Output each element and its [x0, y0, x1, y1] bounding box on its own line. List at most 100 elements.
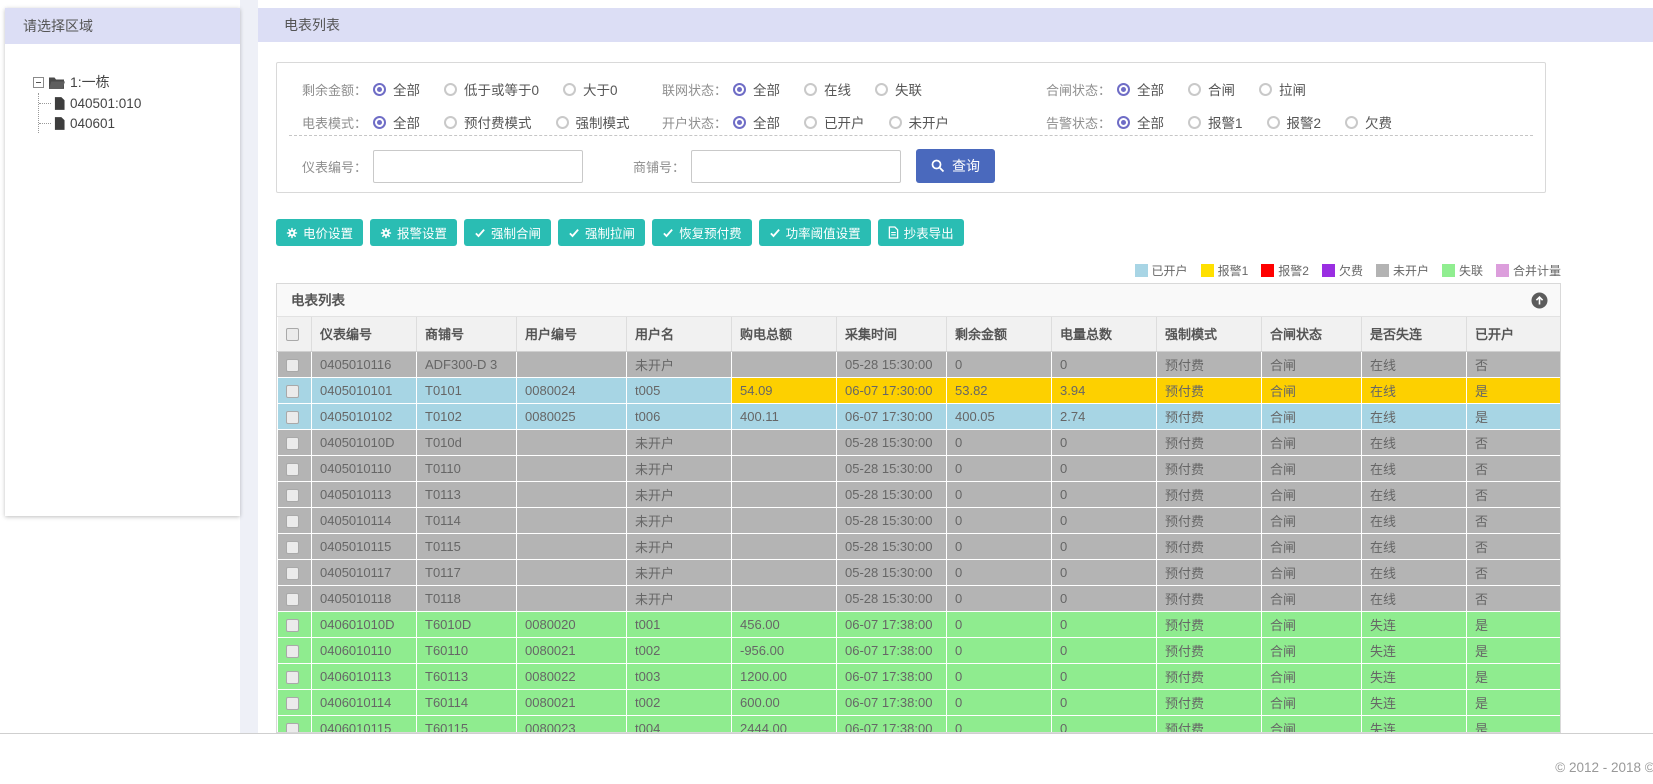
filter-group-label: 联网状态：	[661, 82, 727, 98]
tree-root-label[interactable]: 1:一栋	[70, 72, 110, 92]
row-checkbox[interactable]	[286, 670, 299, 684]
table-row: 0406010110 T60110 0080021 t002 -956.00 06-07 …	[277, 636, 1560, 664]
collapse-up-icon[interactable]	[1531, 292, 1548, 309]
radio-icon[interactable]	[373, 115, 386, 129]
radio-icon[interactable]	[1188, 115, 1201, 129]
table-cell: 在线	[1361, 350, 1467, 378]
column-header: 商铺号	[416, 317, 517, 352]
radio-option-label: 全部	[753, 116, 780, 131]
tree-collapse-toggle-icon[interactable]	[33, 76, 44, 88]
radio-option[interactable]: 低于或等于0	[444, 79, 539, 99]
radio-icon[interactable]	[555, 115, 569, 129]
radio-option[interactable]: 全部	[1117, 79, 1164, 99]
radio-icon[interactable]	[373, 82, 386, 96]
radio-option[interactable]: 报警1	[1188, 112, 1243, 132]
radio-option[interactable]: 强制模式	[555, 112, 630, 132]
radio-icon[interactable]	[888, 115, 902, 129]
row-checkbox[interactable]	[286, 566, 299, 580]
check-icon	[662, 227, 674, 239]
table-cell: 预付费	[1156, 350, 1262, 378]
legend-label: 合并计量	[1512, 264, 1561, 278]
radio-option[interactable]: 欠费	[1345, 112, 1392, 132]
row-checkbox[interactable]	[286, 592, 299, 606]
radio-option[interactable]: 大于0	[563, 79, 618, 99]
radio-option[interactable]: 全部	[733, 112, 780, 132]
radio-option[interactable]: 合闸	[1188, 79, 1235, 99]
table-cell: 失连	[1361, 610, 1467, 638]
radio-icon[interactable]	[444, 82, 457, 96]
row-checkbox[interactable]	[286, 384, 299, 398]
恢复预付费-button[interactable]: 恢复预付费	[652, 219, 752, 246]
tree-node-label[interactable]: 040501:010	[70, 96, 141, 111]
radio-option[interactable]: 报警2	[1266, 112, 1321, 132]
table-cell: 未开户	[626, 506, 732, 534]
row-checkbox[interactable]	[286, 540, 299, 554]
meter-no-input[interactable]	[373, 149, 583, 183]
legend-item: 已开户	[1134, 262, 1188, 279]
row-checkbox[interactable]	[286, 514, 299, 528]
radio-option[interactable]: 预付费模式	[444, 112, 532, 132]
报警设置-button[interactable]: 报警设置	[370, 219, 458, 246]
row-checkbox[interactable]	[286, 436, 299, 450]
tree-node[interactable]: 040501:010	[39, 93, 240, 113]
radio-icon[interactable]	[1259, 82, 1272, 96]
row-checkbox[interactable]	[286, 462, 299, 476]
filter-group: 剩余金额： 全部 低于或等于0 大于0	[285, 76, 642, 102]
radio-option[interactable]: 全部	[373, 79, 420, 99]
radio-icon[interactable]	[804, 82, 817, 96]
radio-icon[interactable]	[875, 82, 888, 96]
table-cell: 在线	[1361, 506, 1467, 534]
table-cell: 05-28 15:30:00	[836, 558, 947, 586]
radio-option[interactable]: 在线	[804, 79, 851, 99]
tree-node[interactable]: 040601	[39, 113, 240, 133]
radio-option[interactable]: 拉闸	[1259, 79, 1306, 99]
radio-option[interactable]: 已开户	[804, 112, 865, 132]
table-cell: 0	[946, 428, 1052, 456]
radio-icon[interactable]	[1266, 115, 1280, 129]
强制拉闸-button[interactable]: 强制拉闸	[558, 219, 646, 246]
row-checkbox[interactable]	[286, 644, 299, 658]
radio-icon[interactable]	[1188, 82, 1201, 96]
radio-icon[interactable]	[1117, 82, 1130, 96]
radio-option[interactable]: 全部	[1117, 112, 1164, 132]
row-checkbox[interactable]	[286, 618, 299, 632]
radio-icon[interactable]	[733, 115, 746, 129]
功率阈值设置-button[interactable]: 功率阈值设置	[758, 219, 871, 246]
radio-icon[interactable]	[444, 115, 457, 129]
table-cell: 06-07 17:30:00	[836, 376, 947, 404]
search-button[interactable]: 查询	[916, 149, 995, 183]
filter-group-label: 剩余金额：	[301, 82, 367, 98]
legend-swatch	[1261, 264, 1275, 277]
抄表导出-button[interactable]: 抄表导出	[877, 219, 964, 246]
radio-option[interactable]: 全部	[733, 79, 780, 99]
radio-icon[interactable]	[563, 82, 577, 96]
row-checkbox[interactable]	[286, 696, 299, 710]
radio-icon[interactable]	[804, 115, 817, 129]
select-all-checkbox[interactable]	[285, 328, 299, 342]
table-cell: 预付费	[1156, 506, 1262, 534]
强制合闸-button[interactable]: 强制合闸	[464, 219, 552, 246]
radio-option[interactable]: 未开户	[888, 112, 949, 132]
tree-children: 040501:010 040601	[38, 93, 240, 133]
radio-option[interactable]: 全部	[373, 112, 420, 132]
row-checkbox[interactable]	[286, 488, 299, 502]
toolbar-button-label: 电价设置	[303, 227, 354, 241]
radio-icon[interactable]	[1345, 115, 1359, 129]
tree-root-node[interactable]: 1:一栋	[33, 72, 240, 92]
shop-no-input[interactable]	[691, 149, 901, 183]
gear-icon	[286, 227, 298, 239]
radio-icon[interactable]	[733, 82, 746, 96]
电价设置-button[interactable]: 电价设置	[276, 219, 364, 246]
radio-option[interactable]: 失联	[875, 79, 922, 99]
column-header: 仪表编号	[311, 317, 417, 352]
tree-node-label[interactable]: 040601	[70, 116, 115, 131]
row-checkbox[interactable]	[286, 358, 299, 372]
row-checkbox[interactable]	[286, 410, 299, 424]
table-cell: 是	[1466, 688, 1560, 716]
row-checkbox[interactable]	[286, 722, 299, 732]
table-cell: 05-28 15:30:00	[836, 584, 947, 612]
row-checkbox-cell	[277, 376, 312, 404]
table-cell: 0	[1051, 610, 1157, 638]
radio-icon[interactable]	[1117, 115, 1130, 129]
filter-group: 告警状态： 全部 报警1 报警2 欠费	[1029, 109, 1416, 135]
